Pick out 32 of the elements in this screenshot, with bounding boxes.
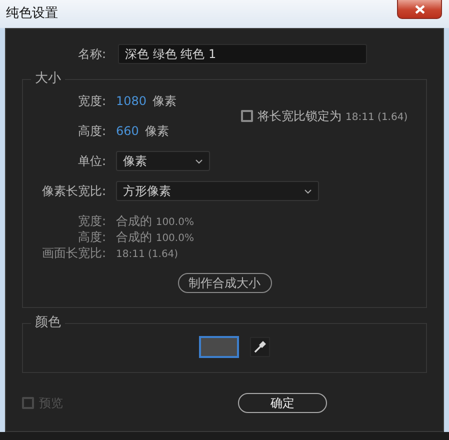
name-field[interactable]: 深色 绿色 纯色 1 — [118, 44, 367, 64]
group-title: 大小 — [34, 72, 62, 86]
checkbox-label: 将长宽比锁定为 18:11 (1.64) — [258, 108, 408, 125]
window-title: 纯色设置 — [6, 5, 58, 24]
make-comp-size-button[interactable]: 制作合成大小 — [178, 273, 272, 293]
field-label: 像素长宽比: — [40, 183, 107, 200]
color-swatch[interactable] — [199, 336, 239, 358]
close-button[interactable] — [397, 0, 442, 19]
unit-label: 像素 — [152, 93, 177, 110]
field-label: 名称: — [76, 46, 107, 63]
checkbox[interactable] — [240, 110, 253, 122]
value-text[interactable]: 660 — [116, 122, 139, 140]
eyedropper-button[interactable] — [250, 337, 270, 357]
unit-label: 像素 — [144, 123, 169, 140]
ok-button[interactable]: 确定 — [238, 393, 327, 413]
info-label: 画面长宽比: — [40, 245, 107, 262]
eyedropper-icon — [253, 340, 267, 354]
chevron-icon — [304, 188, 312, 194]
info-value: 18:11 (1.64) — [116, 248, 178, 262]
info-value: 合成的 100.0% — [116, 229, 194, 246]
chevron-icon — [195, 158, 203, 164]
dropdown[interactable]: 像素 — [116, 151, 210, 171]
value-text[interactable]: 1080 — [116, 92, 147, 110]
field-label: 高度: — [76, 123, 107, 140]
close-icon — [414, 4, 424, 14]
field-label: 单位: — [76, 153, 107, 170]
info-label: 宽度: — [76, 213, 107, 230]
info-label: 高度: — [76, 229, 107, 246]
field-label: 宽度: — [76, 93, 107, 110]
dropdown[interactable]: 方形像素 — [116, 181, 319, 201]
group-title: 颜色 — [34, 316, 62, 330]
info-value: 合成的 100.0% — [116, 213, 194, 230]
